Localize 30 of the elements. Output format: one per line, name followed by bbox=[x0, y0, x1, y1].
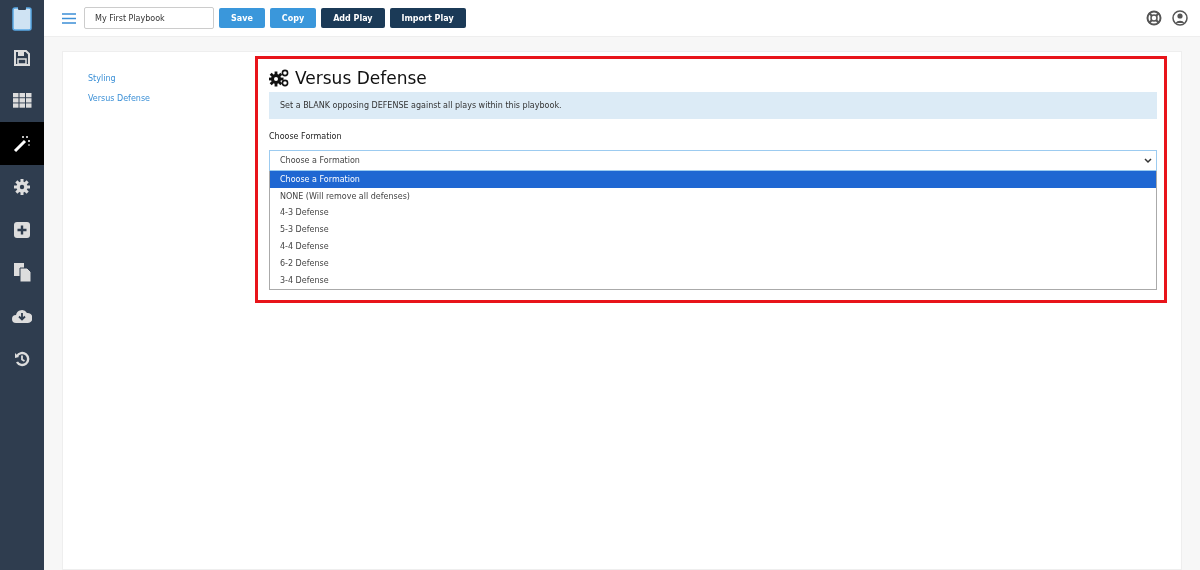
dropdown-option[interactable]: 6-2 Defense bbox=[270, 255, 1156, 272]
nav-link[interactable]: Versus Defense bbox=[88, 94, 255, 103]
menu-icon[interactable] bbox=[62, 12, 76, 24]
playbook-name-field[interactable]: My First Playbook bbox=[84, 7, 214, 29]
chevron-down-icon bbox=[1144, 157, 1152, 164]
gears-icon bbox=[269, 69, 289, 87]
dropdown-option[interactable]: 4-4 Defense bbox=[270, 238, 1156, 255]
field-label: Choose Formation bbox=[269, 132, 343, 141]
plus-square-icon bbox=[14, 221, 30, 238]
cloud-download-icon bbox=[12, 308, 32, 323]
clipboard-icon[interactable] bbox=[12, 5, 32, 31]
history-icon bbox=[14, 350, 30, 367]
formation-select[interactable]: Choose a Formation bbox=[269, 150, 1157, 171]
gear-icon bbox=[14, 178, 30, 195]
dropdown-option[interactable]: 3-4 Defense bbox=[270, 271, 1156, 289]
toolbar-button[interactable]: Import Play bbox=[389, 8, 466, 28]
magic-wand-icon bbox=[13, 134, 31, 153]
info-alert: Set a BLANK opposing DEFENSE against all plays within this playbook. bbox=[269, 92, 1157, 119]
sidebar-item[interactable] bbox=[0, 122, 44, 165]
panel-title: Versus Defense bbox=[295, 68, 427, 88]
nav-link[interactable]: Styling bbox=[88, 74, 255, 83]
copy-icon bbox=[13, 263, 31, 282]
dropdown-option[interactable]: NONE (Will remove all defenses) bbox=[270, 187, 1156, 205]
toolbar-button[interactable]: Add Play bbox=[321, 8, 385, 28]
user-icon[interactable] bbox=[1172, 10, 1188, 26]
dropdown-option[interactable]: Choose a Formation bbox=[270, 171, 1156, 188]
grid-icon bbox=[12, 93, 32, 108]
dropdown-option[interactable]: 5-3 Defense bbox=[270, 221, 1156, 239]
dropdown-option[interactable]: 4-3 Defense bbox=[270, 204, 1156, 222]
lifebuoy-icon[interactable] bbox=[1146, 10, 1162, 26]
